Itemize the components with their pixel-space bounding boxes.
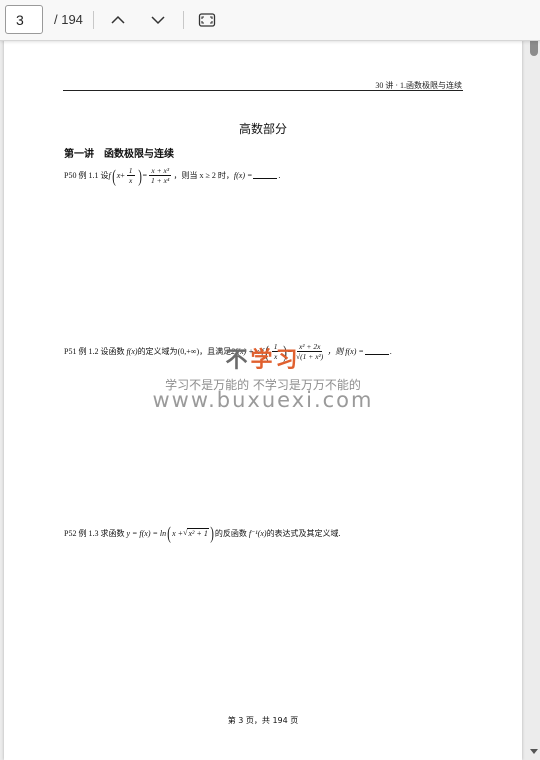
sqrt-expression: √ x² + 1	[183, 528, 209, 538]
equals: =	[142, 171, 148, 180]
header-rule	[63, 90, 463, 91]
expression: y = f(x) = ln	[126, 528, 167, 538]
tail-b: 的表达式及其定义域.	[266, 528, 341, 538]
page-number-input[interactable]	[5, 5, 43, 34]
pdf-page: 30 讲 · 1.函数极限与连续 高数部分 第一讲 函数极限与连续 P50 例 …	[4, 40, 522, 760]
chevron-up-icon	[111, 15, 125, 24]
ask: f(x) =	[233, 171, 253, 180]
toolbar-separator	[183, 11, 184, 29]
problem-1-3: P52 例 1.3 求函数 y = f(x) = ln ( x + √ x² +…	[64, 523, 341, 543]
watermark-logo: 不学习	[225, 348, 301, 373]
fit-page-button[interactable]	[195, 8, 219, 32]
inverse-func: f⁻¹(x)	[248, 528, 267, 538]
problem-label: P50 例 1.1 设	[64, 171, 109, 180]
chevron-down-icon	[151, 16, 165, 25]
scroll-down-arrow-icon[interactable]	[530, 749, 538, 754]
func-name: f	[108, 171, 111, 180]
tail-a: 的反函数	[214, 528, 247, 538]
lecture-title: 第一讲 函数极限与连续	[64, 149, 174, 160]
inner-a: x +	[172, 528, 184, 538]
previous-page-button[interactable]	[106, 8, 130, 32]
page-total: / 194	[54, 12, 83, 27]
section-title: 高数部分	[238, 122, 287, 136]
problem-1-1: P50 例 1.1 设 f ( x + 1 x ) = x + x³ 1 + x…	[64, 165, 281, 186]
watermark-url: www.buxuexi.com	[152, 388, 374, 412]
page-footer: 第 3 页，共 194 页	[227, 716, 299, 725]
next-page-button[interactable]	[146, 8, 170, 32]
inner-plus: +	[120, 171, 125, 180]
rhs-fraction: x + x³ 1 + x⁴	[149, 166, 172, 185]
toolbar-separator	[93, 11, 94, 29]
condition: ，则当 x ≥ 2 时，	[173, 171, 234, 180]
answer-blank	[253, 172, 278, 179]
problem-label: P52 例 1.3 求函数	[64, 528, 125, 538]
fit-page-icon	[198, 13, 216, 27]
vertical-scrollbar[interactable]	[528, 14, 540, 760]
pdf-toolbar: / 194	[0, 0, 540, 41]
fraction-one-over-x: 1 x	[126, 166, 135, 185]
